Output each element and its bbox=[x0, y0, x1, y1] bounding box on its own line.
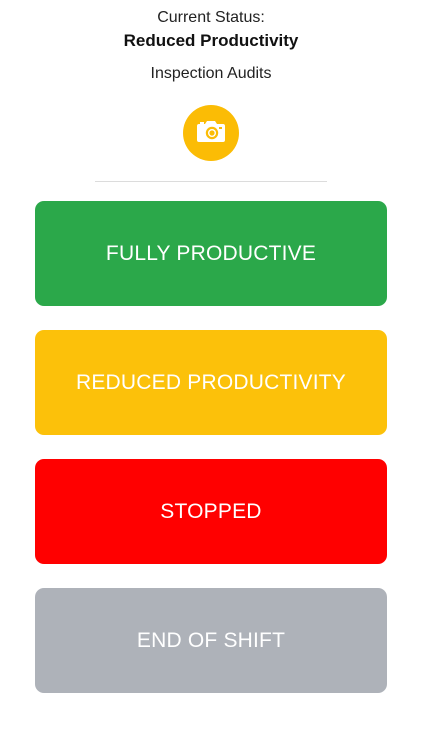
end-of-shift-label: END OF SHIFT bbox=[136, 628, 286, 652]
camera-icon bbox=[196, 118, 226, 149]
reduced-productivity-button[interactable]: REDUCED PRODUCTIVITY bbox=[35, 330, 387, 435]
current-status-value: Reduced Productivity bbox=[123, 31, 299, 50]
stopped-button[interactable]: STOPPED bbox=[35, 459, 387, 564]
reduced-productivity-label: REDUCED PRODUCTIVITY bbox=[75, 370, 347, 394]
divider bbox=[95, 181, 327, 182]
stopped-label: STOPPED bbox=[160, 499, 262, 523]
end-of-shift-button[interactable]: END OF SHIFT bbox=[35, 588, 387, 693]
fully-productive-button[interactable]: FULLY PRODUCTIVE bbox=[35, 201, 387, 306]
current-status-label: Current Status: bbox=[157, 9, 265, 26]
category-title: Inspection Audits bbox=[150, 65, 272, 82]
fully-productive-label: FULLY PRODUCTIVE bbox=[105, 241, 317, 265]
camera-button[interactable] bbox=[183, 105, 239, 161]
